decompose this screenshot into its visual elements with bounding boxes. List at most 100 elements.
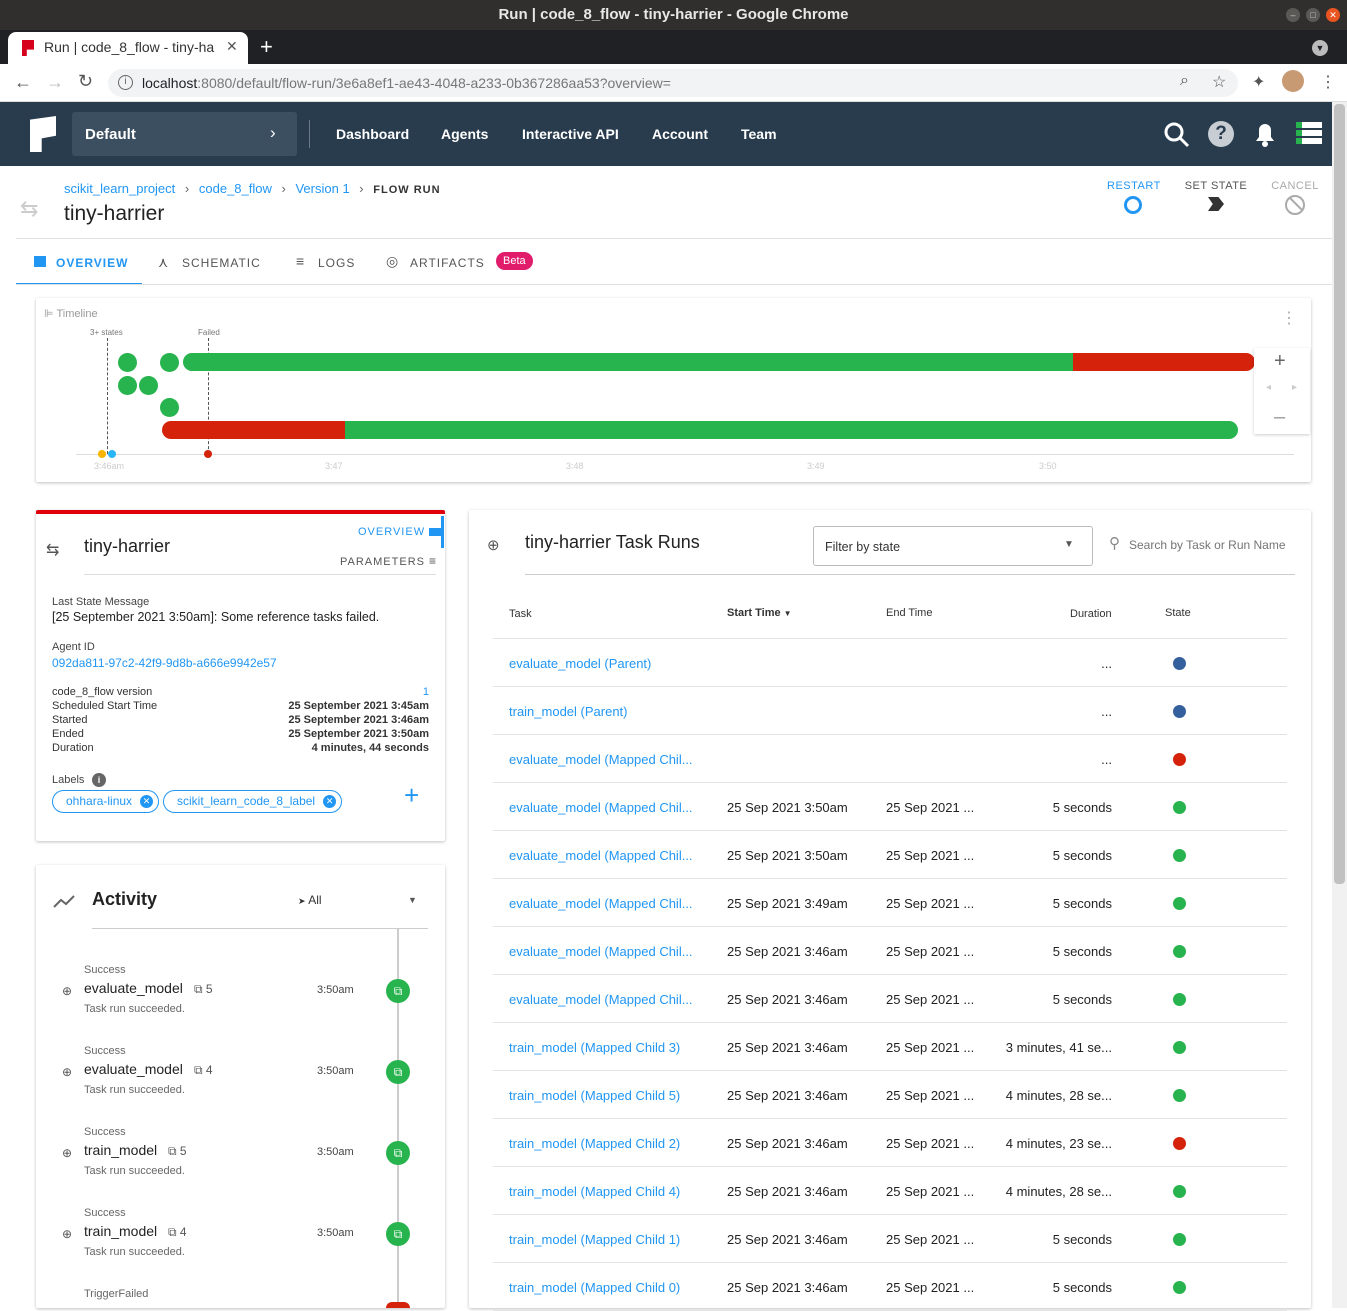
timeline-menu-icon[interactable]: ⋮ xyxy=(1281,308,1297,328)
tab-search-icon[interactable]: ▼ xyxy=(1312,40,1328,56)
agent-id-link[interactable]: 092da811-97c2-42f9-9d8b-a666e9942e57 xyxy=(52,656,277,670)
task-name-link[interactable]: evaluate_model (Mapped Chil... xyxy=(509,752,693,767)
back-icon[interactable]: ← xyxy=(14,72,32,93)
timeline-task-dot[interactable] xyxy=(160,398,179,417)
nav-account[interactable]: Account xyxy=(652,126,708,142)
nav-dashboard[interactable]: Dashboard xyxy=(336,126,409,142)
task-name-link[interactable]: evaluate_model (Mapped Chil... xyxy=(509,992,693,1007)
close-window-icon[interactable]: ✕ xyxy=(1326,8,1340,22)
restart-button[interactable]: RESTART xyxy=(1107,180,1160,214)
column-duration[interactable]: Duration xyxy=(1070,608,1112,620)
breadcrumb-version[interactable]: Version 1 xyxy=(295,181,349,196)
task-name-link[interactable]: train_model (Mapped Child 2) xyxy=(509,1136,680,1151)
minimize-icon[interactable]: – xyxy=(1286,8,1300,22)
nav-agents[interactable]: Agents xyxy=(441,126,488,142)
timeline-task-dot[interactable] xyxy=(139,376,158,395)
breadcrumb-project[interactable]: scikit_learn_project xyxy=(64,181,175,196)
bookmark-star-icon[interactable]: ☆ xyxy=(1212,72,1226,92)
table-row[interactable]: evaluate_model (Mapped Chil... 25 Sep 202… xyxy=(493,783,1287,831)
task-name-link[interactable]: evaluate_model (Mapped Chil... xyxy=(509,800,693,815)
timeline-bar-flow-run[interactable] xyxy=(183,353,1255,371)
task-name-link[interactable]: evaluate_model (Mapped Chil... xyxy=(509,848,693,863)
table-row[interactable]: train_model (Mapped Child 1) 25 Sep 2021 … xyxy=(493,1215,1287,1263)
forward-icon[interactable]: → xyxy=(46,72,64,93)
tab-schematic[interactable]: ⋏ SCHEMATIC xyxy=(158,242,268,285)
table-row[interactable]: evaluate_model (Mapped Chil...... xyxy=(493,735,1287,783)
task-name-link[interactable]: evaluate_model (Parent) xyxy=(509,656,651,671)
timeline-bar-task[interactable] xyxy=(162,421,1238,439)
add-label-icon[interactable]: + xyxy=(404,780,419,811)
table-row[interactable]: train_model (Parent)... xyxy=(493,687,1287,735)
task-name-link[interactable]: train_model (Mapped Child 1) xyxy=(509,1232,680,1247)
new-tab-icon[interactable]: + xyxy=(260,34,273,60)
breadcrumb-flow[interactable]: code_8_flow xyxy=(199,181,272,196)
pan-right-icon[interactable]: ▸ xyxy=(1292,382,1297,393)
timeline-event-dot[interactable] xyxy=(108,450,116,458)
timeline-task-dot[interactable] xyxy=(118,353,137,372)
column-start-time[interactable]: Start Time ▼ xyxy=(727,607,792,619)
search-icon[interactable] xyxy=(1162,120,1192,150)
table-row[interactable]: evaluate_model (Mapped Chil... 25 Sep 202… xyxy=(493,975,1287,1023)
reload-icon[interactable]: ↻ xyxy=(78,71,93,92)
notifications-bell-icon[interactable] xyxy=(1252,119,1278,149)
extensions-icon[interactable]: ✦ xyxy=(1252,72,1265,92)
activity-item[interactable]: Success ⊕ evaluate_model ⧉ 5 Task run su… xyxy=(52,960,432,1030)
table-row[interactable]: evaluate_model (Mapped Chil... 25 Sep 202… xyxy=(493,831,1287,879)
task-name-link[interactable]: evaluate_model (Mapped Chil... xyxy=(509,896,693,911)
task-name-link[interactable]: train_model (Mapped Child 5) xyxy=(509,1088,680,1103)
label-chip[interactable]: scikit_learn_code_8_label ✕ xyxy=(163,790,343,813)
activity-item[interactable]: Success ⊕ train_model ⧉ 4 Task run succe… xyxy=(52,1203,432,1273)
table-row[interactable]: train_model (Mapped Child 4) 25 Sep 2021 … xyxy=(493,1167,1287,1215)
task-name-link[interactable]: train_model (Mapped Child 4) xyxy=(509,1184,680,1199)
version-link[interactable]: 1 xyxy=(423,685,429,699)
remove-label-icon[interactable]: ✕ xyxy=(323,795,337,808)
overview-button[interactable]: OVERVIEW xyxy=(358,526,442,538)
table-row[interactable]: evaluate_model (Parent)... xyxy=(493,639,1287,687)
chrome-menu-icon[interactable]: ⋮ xyxy=(1320,72,1336,92)
profile-avatar[interactable] xyxy=(1282,70,1304,92)
zoom-out-icon[interactable]: – xyxy=(1274,406,1285,429)
remove-label-icon[interactable]: ✕ xyxy=(140,795,154,808)
tab-artifacts[interactable]: ◎ ARTIFACTS Beta xyxy=(386,242,536,285)
address-bar[interactable]: i localhost:8080/default/flow-run/3e6a8e… xyxy=(108,69,1238,97)
zoom-in-icon[interactable]: + xyxy=(1274,350,1286,373)
zoom-icon[interactable]: ⌕ xyxy=(1180,72,1189,90)
parameters-button[interactable]: PARAMETERS ≡ xyxy=(340,554,437,568)
maximize-icon[interactable]: □ xyxy=(1306,8,1320,22)
table-row[interactable]: evaluate_model (Mapped Chil... 25 Sep 202… xyxy=(493,927,1287,975)
column-task[interactable]: Task xyxy=(509,608,532,620)
table-row[interactable]: train_model (Mapped Child 2) 25 Sep 2021 … xyxy=(493,1119,1287,1167)
table-row[interactable]: evaluate_model (Mapped Chil... 25 Sep 202… xyxy=(493,879,1287,927)
nav-interactive-api[interactable]: Interactive API xyxy=(522,126,619,142)
label-chip[interactable]: ohhara-linux ✕ xyxy=(52,790,160,813)
timeline-event-dot[interactable] xyxy=(98,450,106,458)
column-state[interactable]: State xyxy=(1165,607,1191,619)
table-row[interactable]: train_model (Mapped Child 3) 25 Sep 2021 … xyxy=(493,1023,1287,1071)
browser-tab[interactable]: Run | code_8_flow - tiny-ha ✕ xyxy=(8,32,248,64)
timeline-task-dot[interactable] xyxy=(160,353,179,372)
cancel-button[interactable]: CANCEL xyxy=(1270,180,1320,215)
timeline-event-dot[interactable] xyxy=(204,450,212,458)
tab-overview[interactable]: OVERVIEW xyxy=(16,242,142,285)
activity-item[interactable]: Success ⊕ evaluate_model ⧉ 4 Task run su… xyxy=(52,1041,432,1111)
activity-item[interactable]: Success ⊕ train_model ⧉ 5 Task run succe… xyxy=(52,1122,432,1192)
activity-filter[interactable]: ➤ All ▼ xyxy=(298,893,422,913)
help-icon[interactable]: ? xyxy=(1208,121,1234,147)
pan-left-icon[interactable]: ◂ xyxy=(1266,382,1271,393)
tab-close-icon[interactable]: ✕ xyxy=(226,38,238,55)
table-row[interactable]: train_model (Mapped Child 0) 25 Sep 2021 … xyxy=(493,1263,1287,1311)
tab-logs[interactable]: ≡ LOGS xyxy=(296,242,366,285)
task-name-link[interactable]: train_model (Parent) xyxy=(509,704,628,719)
nav-team[interactable]: Team xyxy=(741,126,777,142)
set-state-button[interactable]: SET STATE xyxy=(1184,180,1248,211)
server-status-icon[interactable] xyxy=(1296,122,1322,146)
task-name-link[interactable]: train_model (Mapped Child 3) xyxy=(509,1040,680,1055)
task-search-input[interactable] xyxy=(1129,528,1299,562)
labels-info-icon[interactable]: i xyxy=(92,773,106,787)
timeline-task-dot[interactable] xyxy=(118,376,137,395)
column-end-time[interactable]: End Time xyxy=(886,607,932,619)
project-selector[interactable]: Default › xyxy=(72,112,297,156)
task-name-link[interactable]: evaluate_model (Mapped Chil... xyxy=(509,944,693,959)
task-name-link[interactable]: train_model (Mapped Child 0) xyxy=(509,1280,680,1295)
scrollbar-thumb[interactable] xyxy=(1334,104,1345,884)
